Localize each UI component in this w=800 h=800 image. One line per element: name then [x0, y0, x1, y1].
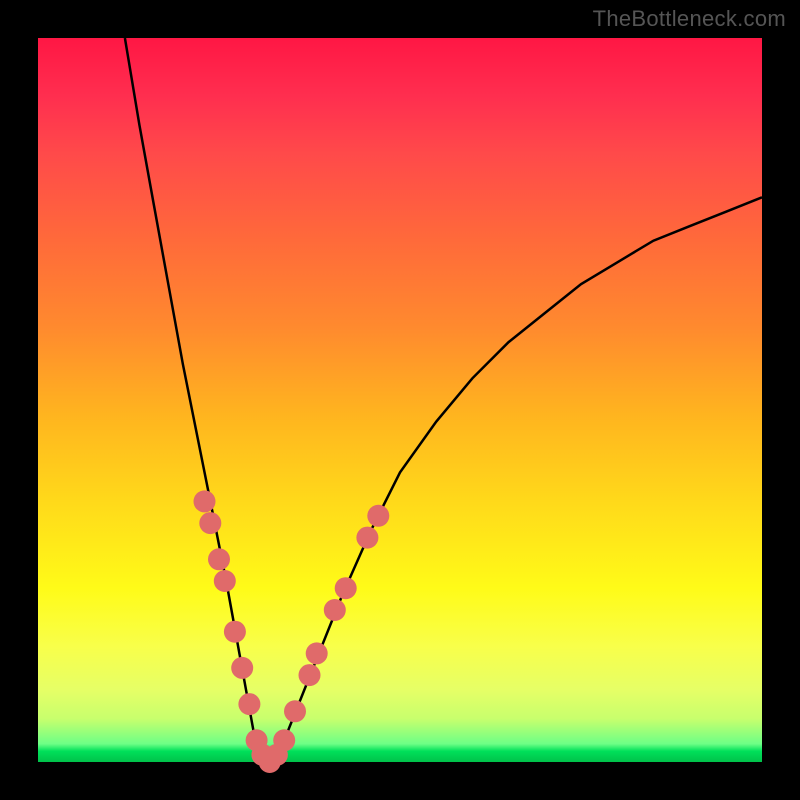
highlight-dot	[335, 577, 357, 599]
highlight-dot	[208, 548, 230, 570]
highlight-dot	[214, 570, 236, 592]
highlight-dot	[306, 642, 328, 664]
highlight-dot	[299, 664, 321, 686]
highlight-dot	[273, 729, 295, 751]
highlight-dot	[231, 657, 253, 679]
highlight-dot	[194, 490, 216, 512]
highlight-dot	[356, 527, 378, 549]
curve-right-branch	[284, 197, 762, 740]
plot-area	[38, 38, 762, 762]
highlight-dot	[238, 693, 260, 715]
highlight-dot	[324, 599, 346, 621]
curve-svg	[38, 38, 762, 762]
highlighted-points-group	[194, 490, 390, 773]
chart-frame: TheBottleneck.com	[0, 0, 800, 800]
highlight-dot	[224, 621, 246, 643]
highlight-dot	[199, 512, 221, 534]
highlight-dot	[367, 505, 389, 527]
highlight-dot	[284, 700, 306, 722]
watermark-text: TheBottleneck.com	[593, 6, 786, 32]
